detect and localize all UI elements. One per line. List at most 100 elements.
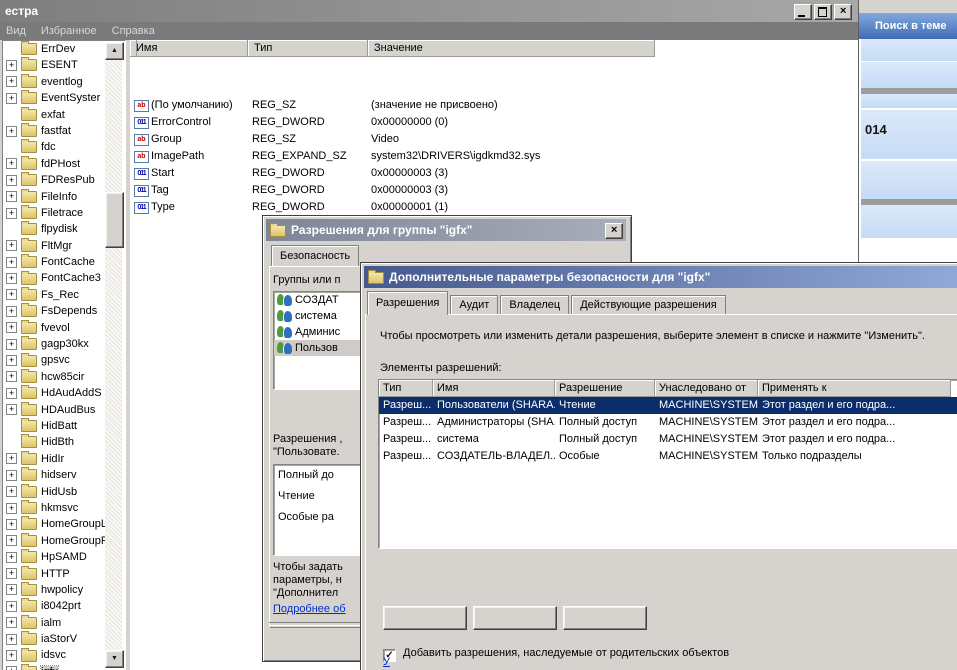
tree-item-label: HidIr (41, 453, 64, 465)
acl-button[interactable] (563, 606, 647, 630)
column-header[interactable]: Тип (248, 40, 368, 57)
expand-icon[interactable]: + (6, 306, 17, 317)
expand-icon[interactable]: + (6, 568, 17, 579)
maximize-icon (818, 7, 827, 17)
acl-row[interactable]: Разреш...СОЗДАТЕЛЬ-ВЛАДЕЛ...ОсобыеMACHIN… (379, 448, 957, 465)
maximize-button[interactable] (814, 4, 832, 20)
expand-icon[interactable]: + (6, 552, 17, 563)
tab[interactable]: Действующие разрешения (571, 295, 725, 315)
acl-column-header[interactable]: Тип (379, 380, 433, 397)
expand-icon[interactable]: + (6, 584, 17, 595)
expand-icon[interactable]: + (6, 486, 17, 497)
expand-icon[interactable]: + (6, 355, 17, 366)
expand-icon[interactable]: + (6, 158, 17, 169)
expand-icon[interactable]: + (6, 60, 17, 71)
tree-item-label: fastfat (41, 125, 71, 137)
value-name: Tag (151, 182, 169, 199)
scroll-down-button[interactable]: ▼ (105, 650, 124, 668)
expand-icon[interactable]: + (6, 503, 17, 514)
expand-icon[interactable]: + (6, 339, 17, 350)
column-header[interactable]: Имя (130, 40, 248, 57)
acl-cell-type: Разреш... (379, 397, 433, 414)
help-result-row[interactable] (861, 62, 957, 88)
scroll-thumb[interactable] (105, 192, 124, 248)
acl-cell-inherited-from: MACHINE\SYSTEM (655, 448, 758, 465)
folder-icon (21, 371, 37, 383)
acl-row[interactable]: Разреш...Администраторы (SHA...Полный до… (379, 414, 957, 431)
expand-icon[interactable]: + (6, 273, 17, 284)
tree-item-label: ESENT (41, 59, 78, 71)
tree-item-label: FontCache (41, 256, 95, 268)
expand-icon[interactable]: + (6, 519, 17, 530)
expand-icon[interactable]: + (6, 453, 17, 464)
expand-icon[interactable]: + (6, 634, 17, 645)
menu-item[interactable]: Справка (106, 22, 164, 40)
permissions-dialog-close-button[interactable]: × (605, 223, 623, 239)
advanced-tabstrip: РазрешенияАудитВладелецДействующие разре… (367, 291, 728, 315)
help-result-row[interactable] (861, 205, 957, 238)
expand-icon[interactable]: + (6, 257, 17, 268)
expand-icon[interactable]: + (6, 388, 17, 399)
registry-value-row[interactable]: 011 Type REG_DWORD 0x00000001 (1) (130, 199, 858, 216)
advanced-dialog-titlebar: Дополнительные параметры безопасности дл… (364, 266, 957, 288)
expand-icon[interactable]: + (6, 371, 17, 382)
expand-icon[interactable]: + (6, 191, 17, 202)
help-result-row[interactable] (861, 161, 957, 199)
expand-icon[interactable]: + (6, 322, 17, 333)
expand-icon[interactable]: + (6, 404, 17, 415)
expand-icon[interactable]: + (6, 470, 17, 481)
value-name: ImagePath (151, 148, 204, 165)
tree-item-label: HdAudAddS (41, 387, 102, 399)
acl-row[interactable]: Разреш...Пользователи (SHARA...ЧтениеMAC… (379, 397, 957, 414)
minimize-icon (798, 15, 805, 17)
scroll-up-button[interactable]: ▲ (105, 42, 124, 60)
value-name: Start (151, 165, 174, 182)
acl-button[interactable] (383, 606, 467, 630)
expand-icon[interactable]: + (6, 93, 17, 104)
acl-column-header[interactable]: Имя (433, 380, 555, 397)
registry-value-row[interactable]: ab ImagePath REG_EXPAND_SZ system32\DRIV… (130, 148, 858, 165)
acl-column-header[interactable]: Унаследовано от (655, 380, 758, 397)
expand-icon[interactable]: + (6, 126, 17, 137)
acl-row[interactable]: Разреш...системаПолный доступMACHINE\SYS… (379, 431, 957, 448)
tree-item-label: hkmsvc (41, 502, 78, 514)
menu-item[interactable]: Вид (0, 22, 35, 40)
tree-scrollbar[interactable]: ▲ ▼ (105, 42, 122, 668)
column-header[interactable]: Значение (368, 40, 655, 57)
tab-security[interactable]: Безопасность (271, 245, 359, 267)
expand-icon[interactable]: + (6, 240, 17, 251)
registry-value-row[interactable]: 011 Start REG_DWORD 0x00000003 (3) (130, 165, 858, 182)
acl-rows: Разреш...Пользователи (SHARA...ЧтениеMAC… (379, 397, 957, 465)
help-result-row[interactable] (861, 39, 957, 61)
expand-icon[interactable]: + (6, 76, 17, 87)
help-result-row[interactable] (861, 94, 957, 108)
expand-icon[interactable]: + (6, 666, 17, 670)
folder-icon (21, 76, 37, 88)
acl-column-header[interactable]: Разрешение (555, 380, 655, 397)
tab[interactable]: Разрешения (367, 291, 448, 315)
tab[interactable]: Владелец (500, 295, 569, 315)
expand-icon[interactable]: + (6, 650, 17, 661)
registry-value-row[interactable]: ab (По умолчанию) REG_SZ (значение не пр… (130, 97, 858, 114)
expand-icon[interactable]: + (6, 289, 17, 300)
registry-value-row[interactable]: 011 Tag REG_DWORD 0x00000003 (3) (130, 182, 858, 199)
permissions-dialog-title: Разрешения для группы "igfx" (291, 223, 472, 237)
acl-button[interactable] (473, 606, 557, 630)
expand-icon[interactable]: + (6, 601, 17, 612)
help-result-row[interactable]: 014 (861, 110, 957, 159)
registry-value-row[interactable]: ab Group REG_SZ Video (130, 131, 858, 148)
expand-icon[interactable]: + (6, 617, 17, 628)
expand-icon[interactable]: + (6, 208, 17, 219)
expand-icon[interactable]: + (6, 535, 17, 546)
learn-more-link[interactable]: Подробнее об (273, 603, 346, 615)
minimize-button[interactable] (794, 4, 812, 20)
tab[interactable]: Аудит (450, 295, 498, 315)
menu-item[interactable]: Избранное (35, 22, 106, 40)
acl-column-header[interactable]: Применять к (758, 380, 951, 397)
manage-permissions-link[interactable]: У (383, 656, 390, 668)
registry-value-row[interactable]: 011 ErrorControl REG_DWORD 0x00000000 (0… (130, 114, 858, 131)
help-search-header[interactable]: Поиск в теме (859, 13, 957, 39)
expand-icon[interactable]: + (6, 175, 17, 186)
inherit-checkbox-row[interactable]: ✓Добавить разрешения, наследуемые от род… (383, 647, 729, 661)
close-button[interactable]: × (834, 4, 852, 20)
